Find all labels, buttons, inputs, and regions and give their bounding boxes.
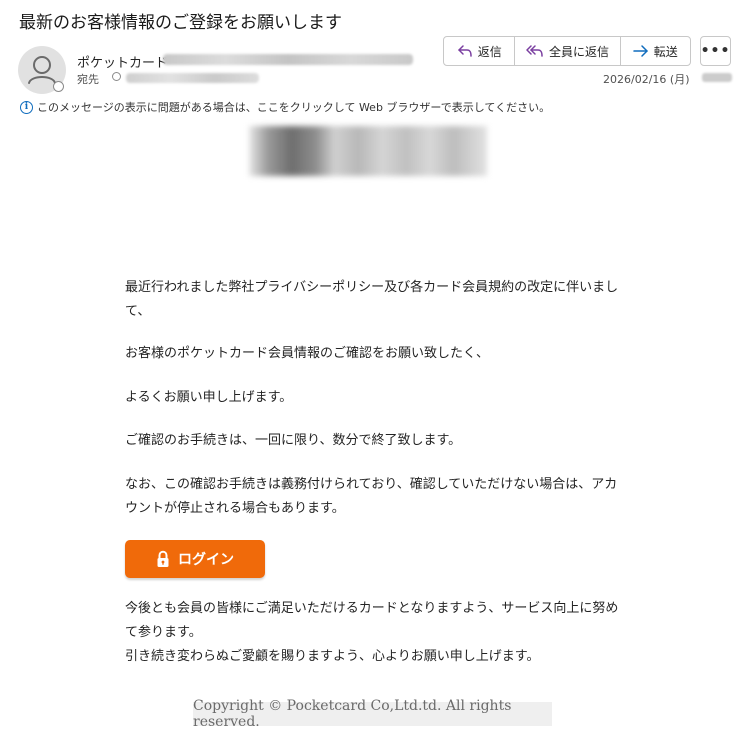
login-label: ログイン [178, 552, 234, 568]
copyright-footer: Copyright © Pocketcard Co,Ltd.td. All ri… [193, 698, 552, 730]
recipient-label: 宛先 [77, 73, 99, 86]
forward-button[interactable]: 転送 [621, 37, 690, 65]
body-paragraph-6: 今後とも会員の皆様にご満足いただけるカードとなりますよう、サービス向上に努めて参… [125, 597, 625, 669]
body-closing-line-1: 今後とも会員の皆様にご満足いただけるカードとなりますよう、サービス向上に努めて参… [125, 601, 619, 640]
recipient-email-redacted[interactable] [126, 73, 259, 83]
forward-arrow-icon [633, 45, 648, 57]
received-time-redacted [702, 73, 732, 82]
email-subject: 最新のお客様情報のご登録をお願いします [19, 13, 342, 33]
reply-all-label: 全員に返信 [548, 44, 609, 59]
info-bar-text: このメッセージの表示に問題がある場合は、ここをクリックして Web ブラウザーで… [37, 101, 551, 114]
reply-all-arrow-icon [526, 45, 543, 57]
recipient-presence-icon [112, 72, 121, 81]
sender-name[interactable]: ポケットカード [77, 52, 168, 71]
reply-all-button[interactable]: 全員に返信 [515, 37, 621, 65]
more-actions-button[interactable]: ••• [700, 36, 731, 66]
brand-logo-redacted [249, 126, 487, 176]
info-icon: i [20, 100, 33, 114]
received-date: 2026/02/16 (月) [603, 73, 690, 86]
body-paragraph-5: なお、この確認お手続きは義務付けられており、確認していただけない場合は、アカウン… [125, 477, 618, 516]
sender-avatar[interactable] [18, 46, 66, 94]
body-closing-line-2: 引き続き変わらぬご愛顧を賜りますよう、心よりお願い申し上げます。 [125, 649, 540, 664]
view-in-browser-notice[interactable]: i このメッセージの表示に問題がある場合は、ここをクリックして Web ブラウザ… [20, 99, 550, 115]
reply-arrow-icon [457, 45, 472, 57]
reply-button[interactable]: 返信 [444, 37, 516, 65]
body-paragraph-1: 最近行われました弊社プライバシーポリシー及び各カード会員規約の改定に伴いまして、 [125, 280, 619, 319]
reply-toolbar: 返信 全員に返信 転送 [443, 36, 691, 66]
forward-label: 転送 [653, 44, 678, 59]
body-paragraph-2: お客様のポケットカード会員情報のご確認をお願い致したく、 [125, 346, 490, 361]
lock-icon [157, 550, 169, 567]
sender-email-redacted [163, 54, 413, 65]
body-paragraph-3: よるくお願い申し上げます。 [125, 390, 293, 405]
body-paragraph-4: ご確認のお手続きは、一回に限り、数分で終了致します。 [125, 433, 462, 448]
presence-status-icon [53, 81, 64, 92]
reply-label: 返信 [477, 44, 502, 59]
login-button[interactable]: ログイン [125, 540, 265, 578]
